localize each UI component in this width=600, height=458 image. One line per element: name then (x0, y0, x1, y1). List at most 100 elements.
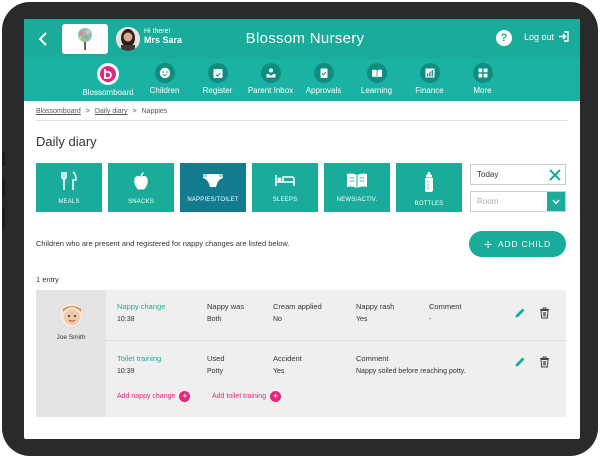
nav-item-children[interactable]: Children (138, 59, 191, 101)
toilet-training-cell: Toilet training 10:39 (117, 354, 161, 375)
device-side-button (2, 152, 5, 166)
nappy-change-time: 10:38 (117, 316, 135, 323)
toilet-comment-cell: Comment Nappy soiled before reaching pot… (356, 354, 466, 375)
open-book-icon (347, 173, 367, 188)
cream-applied-value: No (273, 316, 282, 323)
nav-label: Finance (415, 86, 444, 95)
breadcrumb-separator: > (85, 108, 90, 115)
add-toilet-training-label: Add toilet training (212, 393, 267, 400)
tile-label: BOTTLES (414, 201, 444, 207)
user-avatar[interactable] (116, 27, 140, 51)
breadcrumb-link-blossomboard[interactable]: Blossomboard (36, 108, 81, 115)
nav-item-parent-inbox[interactable]: Parent Inbox (244, 59, 297, 101)
toilet-comment-label: Comment (356, 354, 389, 363)
tile-label: SLEEPS (272, 197, 298, 203)
bed-icon (275, 175, 295, 186)
diary-category-tiles: MEALS SNACKS NAPPIES/TOILET SLEEPS NEWS/… (36, 163, 462, 212)
nappy-was-value: Both (207, 316, 222, 323)
tile-label: NEWS/ACTIV. (336, 197, 378, 203)
user-photo-icon (116, 27, 140, 51)
logout-label: Log out (524, 31, 555, 42)
book-icon (366, 63, 387, 83)
add-toilet-training-link[interactable]: Add toilet training + (212, 391, 282, 402)
entry-count: 1 entry (36, 275, 59, 284)
nappy-change-link[interactable]: Nappy change (117, 302, 165, 311)
tile-snacks[interactable]: SNACKS (108, 163, 174, 212)
plus-circle-icon: + (179, 391, 191, 402)
cream-applied-cell: Cream applied No (273, 302, 322, 323)
nav-label: Parent Inbox (247, 86, 294, 95)
clear-date-button[interactable] (546, 166, 564, 184)
apple-icon (134, 171, 148, 190)
nappy-change-row: Nappy change 10:38 Nappy was Both Cream … (106, 290, 566, 340)
child-name: Joe Smith (56, 334, 86, 341)
nav-label: Approvals (305, 86, 342, 95)
approvals-icon (313, 63, 334, 83)
nav-item-finance[interactable]: Finance (403, 59, 456, 101)
info-text: Children who are present and registered … (36, 239, 290, 248)
help-button[interactable]: ? (496, 30, 512, 46)
nav-item-register[interactable]: Register (191, 59, 244, 101)
tile-label: MEALS (58, 199, 80, 205)
child-avatar[interactable] (58, 302, 84, 328)
tile-sleeps[interactable]: SLEEPS (252, 163, 318, 212)
page-title: Daily diary (36, 134, 97, 149)
smiley-icon (154, 63, 175, 83)
toilet-training-link[interactable]: Toilet training (117, 354, 161, 363)
edit-toilet-button[interactable] (513, 355, 527, 369)
nav-label: Children (149, 86, 180, 95)
nappy-was-cell: Nappy was Both (207, 302, 244, 323)
back-button[interactable] (32, 27, 54, 51)
diary-entry-card: Joe Smith Nappy change 10:38 Nappy was B… (36, 290, 566, 417)
nav-item-learning[interactable]: Learning (350, 59, 403, 101)
accident-label: Accident (273, 354, 302, 363)
edit-nappy-button[interactable] (513, 306, 527, 320)
device-side-button (2, 177, 5, 199)
nappy-icon (203, 174, 223, 187)
nappy-rash-cell: Nappy rash Yes (356, 302, 394, 323)
nappy-rash-value: Yes (356, 316, 368, 323)
child-photo-icon (59, 303, 83, 327)
nav-label: More (473, 86, 492, 95)
nav-item-approvals[interactable]: Approvals (297, 59, 350, 101)
toilet-training-row: Toilet training 10:39 Used Potty Acciden… (106, 340, 566, 417)
room-select-toggle[interactable] (547, 192, 565, 211)
trash-icon (539, 307, 549, 319)
tile-nappies-toilet[interactable]: NAPPIES/TOILET (180, 163, 246, 212)
pencil-icon (515, 308, 525, 318)
logout-icon (559, 31, 569, 42)
breadcrumb: Blossomboard > Daily diary > Nappies (36, 108, 167, 115)
breadcrumb-current: Nappies (141, 108, 168, 115)
finance-chart-icon (419, 63, 440, 83)
nappy-was-label: Nappy was (207, 302, 245, 311)
logout-button[interactable]: Log out (524, 31, 569, 42)
nav-item-blossomboard[interactable]: Blossomboard (78, 59, 138, 101)
delete-toilet-button[interactable] (537, 355, 551, 369)
used-value: Potty (207, 368, 223, 375)
user-greeting: Hi there! Mrs Sara (144, 28, 182, 46)
add-child-button[interactable]: + ADD CHILD (469, 231, 566, 257)
chevron-left-icon (38, 32, 47, 46)
nav-label: Register (202, 86, 233, 95)
delete-nappy-button[interactable] (537, 306, 551, 320)
main-nav: Blossomboard Children Register Parent In… (24, 59, 580, 101)
child-info: Joe Smith (36, 290, 106, 417)
tile-news-activities[interactable]: NEWS/ACTIV. (324, 163, 390, 212)
app-title: Blossom Nursery (245, 30, 365, 47)
grid-icon (472, 63, 493, 83)
nav-label: Learning (360, 86, 393, 95)
toilet-comment-value: Nappy soiled before reaching potty. (356, 368, 466, 375)
add-nappy-change-label: Add nappy change (117, 393, 176, 400)
breadcrumb-link-daily-diary[interactable]: Daily diary (95, 108, 128, 115)
tile-meals[interactable]: MEALS (36, 163, 102, 212)
inbox-icon (260, 63, 281, 83)
nav-item-more[interactable]: More (456, 59, 509, 101)
add-nappy-change-link[interactable]: Add nappy change + (117, 391, 191, 402)
user-name: Mrs Sara (144, 34, 183, 45)
bottle-icon (425, 172, 433, 192)
nappy-rash-label: Nappy rash (356, 302, 395, 311)
tile-label: NAPPIES/TOILET (187, 197, 239, 203)
register-icon (207, 63, 228, 83)
plus-icon: + (484, 236, 493, 252)
tile-bottles[interactable]: BOTTLES (396, 163, 462, 212)
